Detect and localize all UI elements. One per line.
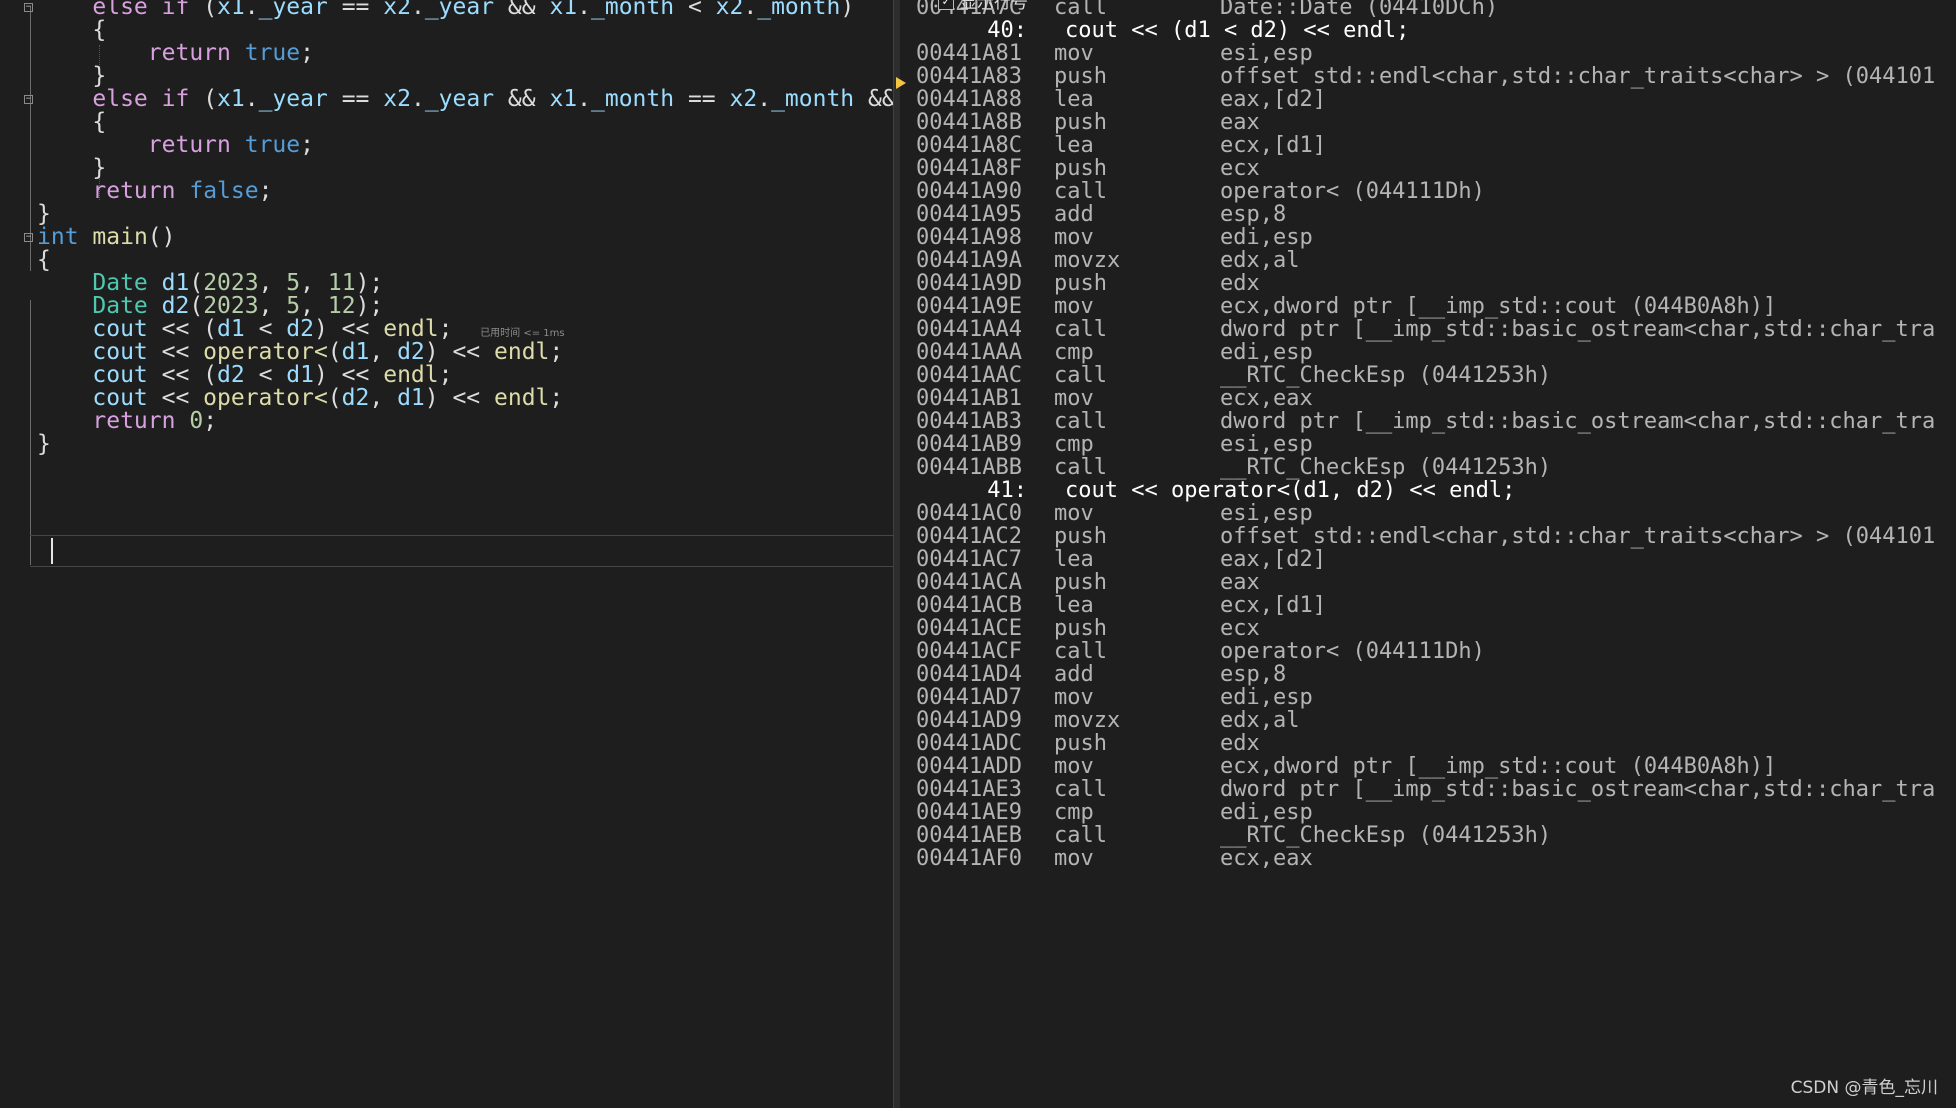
collapse-icon[interactable]: − <box>24 3 33 12</box>
watermark: CSDN @青色_忘川 <box>1790 1078 1938 1098</box>
instruction-row: 00441AF0 mov ecx,eax <box>916 844 1313 873</box>
current-line-highlight <box>30 535 893 567</box>
code-token: } <box>37 431 51 457</box>
instruction-operands: dword ptr [__imp_std::basic_ostream<char… <box>1220 317 1936 342</box>
instruction-operands: offset std::endl<char,std::char_traits<c… <box>1220 524 1936 549</box>
instruction-address: 00441AF0 <box>916 846 1022 871</box>
instruction-operands: ecx,eax <box>1220 846 1313 871</box>
disassembly-view[interactable]: 00441A7C call Date::Date (04410DCh) 40: cout… <box>900 0 1956 1108</box>
instruction-operands: offset std::endl<char,std::char_traits<c… <box>1220 64 1936 89</box>
instruction-pointer-icon <box>896 77 906 89</box>
source-editor[interactable]: else if (x1._year == x2._year && x1._mon… <box>0 0 893 1108</box>
collapse-icon[interactable]: − <box>24 95 33 104</box>
text-caret <box>51 538 53 564</box>
instruction-operands: dword ptr [__imp_std::basic_ostream<char… <box>1220 409 1936 434</box>
show-line-numbers-label: 显示行号 <box>960 0 1028 13</box>
collapse-icon[interactable]: − <box>24 233 33 242</box>
show-line-numbers-checkbox[interactable]: ✓ <box>938 0 954 10</box>
instruction-operands: dword ptr [__imp_std::basic_ostream<char… <box>1220 777 1936 802</box>
code-line: } <box>0 430 893 459</box>
pane-splitter[interactable] <box>893 0 900 1108</box>
instruction-mnemonic: mov <box>1054 846 1094 871</box>
